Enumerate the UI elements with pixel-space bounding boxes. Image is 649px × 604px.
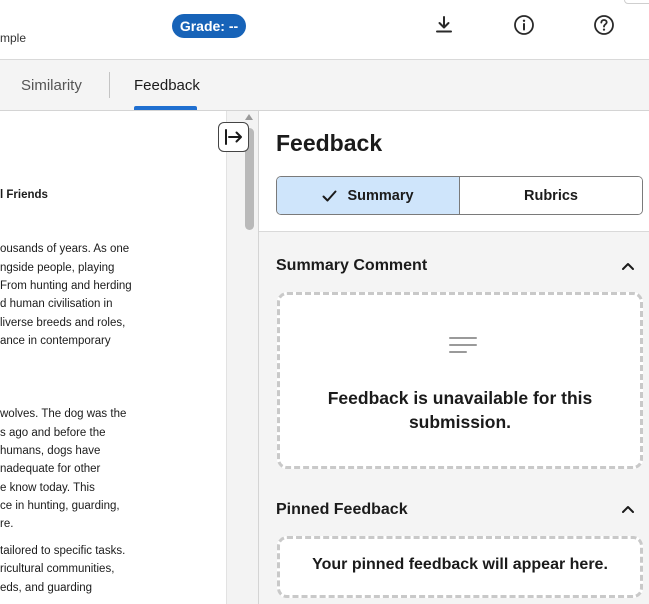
feedback-unavailable-message: Feedback is unavailable for this submiss… — [327, 388, 593, 432]
checkmark-icon — [322, 190, 337, 201]
document-line: re. — [0, 518, 14, 530]
feedback-panel: Feedback Summary Rubrics Summary Comment… — [258, 111, 649, 604]
tab-similarity[interactable]: Similarity — [21, 60, 82, 111]
pinned-feedback-message: Your pinned feedback will appear here. — [312, 556, 608, 573]
document-line: eds, and guarding — [0, 582, 93, 594]
top-bar: mple Grade: -- — [0, 0, 649, 60]
document-line: e know today. This — [0, 482, 95, 494]
document-line: humans, dogs have — [0, 445, 101, 457]
document-name: mple — [0, 31, 27, 45]
document-heading: l Friends — [0, 189, 48, 201]
view-toggle: Summary Rubrics — [276, 176, 643, 215]
rubrics-toggle-button[interactable]: Rubrics — [460, 177, 642, 214]
pinned-feedback-box: Your pinned feedback will appear here. — [277, 536, 643, 598]
tab-bar: Similarity Feedback — [0, 60, 649, 111]
document-line: ricultural communities, — [0, 563, 115, 575]
summary-toggle-button[interactable]: Summary — [277, 177, 460, 214]
summary-comment-title: Summary Comment — [276, 257, 428, 274]
document-line: ngside people, playing — [0, 262, 115, 274]
summary-comment-box: Feedback is unavailable for this submiss… — [277, 292, 643, 469]
text-lines-icon — [449, 337, 477, 357]
document-line: From hunting and herding — [0, 280, 132, 292]
document-line: liverse breeds and roles, — [0, 317, 126, 329]
chevron-up-icon[interactable] — [621, 504, 635, 514]
pinned-feedback-title: Pinned Feedback — [276, 501, 408, 518]
collapse-panel-button[interactable] — [218, 122, 249, 152]
help-icon[interactable] — [591, 12, 617, 38]
document-line: wolves. The dog was the — [0, 408, 127, 420]
arrow-to-right-icon — [224, 129, 242, 145]
feedback-panel-header: Feedback Summary Rubrics — [259, 111, 649, 232]
active-tab-indicator — [134, 106, 197, 110]
document-line: ce in hunting, guarding, — [0, 500, 120, 512]
corner-frame — [624, 0, 649, 4]
tab-divider — [109, 72, 110, 98]
grade-badge[interactable]: Grade: -- — [172, 14, 246, 38]
document-line: nadequate for other — [0, 463, 101, 475]
document-line: ance in contemporary — [0, 335, 111, 347]
document-line: tailored to specific tasks. — [0, 545, 126, 557]
panel-title: Feedback — [276, 130, 383, 156]
scroll-up-arrow-icon[interactable] — [245, 114, 253, 120]
tab-feedback[interactable]: Feedback — [134, 60, 200, 111]
summary-toggle-label: Summary — [347, 187, 414, 204]
document-line: ousands of years. As one — [0, 243, 130, 255]
document-line: s ago and before the — [0, 427, 106, 439]
rubrics-toggle-label: Rubrics — [524, 187, 578, 204]
chevron-up-icon[interactable] — [621, 261, 635, 271]
document-pane: l Friends ousands of years. As one ngsid… — [0, 111, 226, 604]
document-line: d human civilisation in — [0, 298, 113, 310]
download-icon[interactable] — [431, 12, 457, 38]
info-icon[interactable] — [511, 12, 537, 38]
